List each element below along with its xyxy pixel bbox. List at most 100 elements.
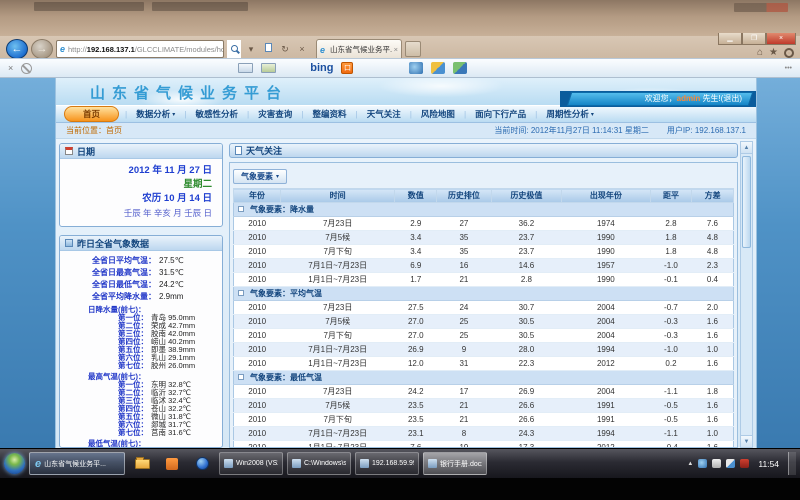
folder-icon: [135, 459, 150, 469]
office-app-icon: [166, 458, 178, 470]
cell: -1.0: [650, 343, 692, 357]
cell: 2010: [234, 399, 281, 413]
cell: 21: [437, 399, 492, 413]
tray-volume-icon[interactable]: [726, 459, 735, 468]
plugin-icon-3[interactable]: [453, 62, 467, 74]
weather-focus-title: 天气关注: [246, 144, 282, 157]
home-icon[interactable]: [757, 48, 763, 58]
cell: 21: [437, 273, 492, 287]
nav-item-0[interactable]: 首页: [64, 106, 119, 122]
stat-value: 2.9mm: [159, 291, 183, 303]
scrollbar-thumb[interactable]: [742, 156, 751, 248]
tray-action-center-icon[interactable]: [740, 459, 749, 468]
table-section-row[interactable]: 气象要素：平均气温: [234, 287, 734, 301]
nav-item-2[interactable]: 敏感性分析: [186, 108, 247, 120]
pinyin-toolbar-icon[interactable]: 口: [341, 62, 353, 74]
start-button[interactable]: [4, 453, 25, 474]
tray-icon-1[interactable]: [698, 459, 707, 468]
bing-logo[interactable]: bing: [310, 62, 333, 74]
plugin-icon-2[interactable]: [431, 62, 445, 74]
cell: 23.1: [395, 427, 437, 441]
postcard-icon[interactable]: [261, 63, 276, 73]
page-scrollbar[interactable]: [740, 141, 753, 448]
refresh-icon[interactable]: [278, 40, 292, 58]
cell: 0.2: [650, 357, 692, 371]
more-toolbar-icon[interactable]: [785, 65, 792, 72]
taskbar-ie-window[interactable]: e 山东省气候业务平...: [29, 452, 125, 475]
address-bar[interactable]: e http://192.168.137.1/GLCCLIMATE/module…: [56, 40, 224, 58]
cell: 1990: [562, 245, 651, 259]
cell: 1.6: [692, 399, 734, 413]
nav-item-4[interactable]: 整编资料: [303, 108, 355, 120]
nav-item-8[interactable]: 周期性分析: [537, 108, 603, 120]
nav-item-6[interactable]: 风险地图: [412, 108, 464, 120]
tab-close-icon[interactable]: [394, 45, 398, 54]
taskbar-button-3[interactable]: 银行手册.docx -...: [423, 452, 487, 475]
scrollbar-down-arrow[interactable]: [741, 435, 752, 447]
close-button[interactable]: [766, 33, 796, 45]
weather-focus-body: 气象要素 年份时间数值历史排位历史极值出现年份距平方差 气象要素：降水量 2010…: [229, 162, 738, 448]
taskbar-explorer-button[interactable]: [129, 452, 155, 475]
taskbar-media-button[interactable]: [189, 452, 215, 475]
gear-icon[interactable]: [784, 48, 794, 58]
maximize-button[interactable]: ❐: [742, 33, 766, 45]
url-prefix: http://: [68, 45, 87, 54]
cell: 17: [437, 385, 492, 399]
status-right: 当前时间: 2012年11月27日 11:14:31 星期二 用户IP: 192…: [494, 125, 746, 136]
cell: 1.6: [692, 441, 734, 449]
nav-item-5[interactable]: 天气关注: [358, 108, 410, 120]
column-header: 数值: [395, 189, 437, 203]
back-button[interactable]: [6, 39, 28, 59]
toolbar-close-icon[interactable]: [8, 63, 13, 73]
cell: 7月5候: [280, 315, 395, 329]
forward-button[interactable]: [31, 39, 53, 59]
cell: 1月1日~7月23日: [280, 273, 395, 287]
ie-icon: e: [35, 458, 41, 470]
taskbar-button-0[interactable]: Win2008 (VS2...: [219, 452, 283, 475]
tray-up-arrow[interactable]: [687, 461, 693, 467]
table-header-row: 年份时间数值历史排位历史极值出现年份距平方差: [234, 189, 734, 203]
tab-title: 山东省气候业务平...: [330, 44, 392, 55]
scrollbar-up-arrow[interactable]: [741, 142, 752, 154]
collapse-checkbox[interactable]: [238, 206, 244, 212]
cell: 2010: [234, 385, 281, 399]
collapse-checkbox[interactable]: [238, 290, 244, 296]
cell: 2012: [562, 357, 651, 371]
cell: 30.7: [491, 301, 561, 315]
compatibility-view-icon[interactable]: [261, 40, 275, 58]
cell: 2010: [234, 259, 281, 273]
element-filter-button[interactable]: 气象要素: [233, 169, 287, 184]
welcome-text[interactable]: 欢迎您，admin 先生!(退出): [645, 93, 742, 104]
table-section-row[interactable]: 气象要素：最低气温: [234, 371, 734, 385]
show-desktop-button[interactable]: [788, 452, 796, 475]
nav-item-3[interactable]: 灾害查询: [249, 108, 301, 120]
search-icon[interactable]: [227, 40, 241, 58]
collapse-checkbox[interactable]: [238, 374, 244, 380]
search-dropdown-icon[interactable]: [244, 40, 258, 58]
plugin-icon-1[interactable]: [409, 62, 423, 74]
favorites-star-icon[interactable]: [769, 48, 778, 58]
nav-item-1[interactable]: 数据分析: [127, 108, 184, 120]
taskbar-button-2[interactable]: 192.168.59.99...: [355, 452, 419, 475]
taskbar-office-button[interactable]: [159, 452, 185, 475]
mail-card-icon[interactable]: [238, 63, 253, 73]
window-icon: [428, 459, 437, 468]
rank-line: 第七位：莒南 31.6℃: [64, 429, 218, 437]
nav-list: 首页数据分析敏感性分析灾害查询整编资料天气关注风险地图面向下行产品周期性分析: [64, 106, 603, 122]
taskbar-clock[interactable]: 11:54: [758, 459, 779, 469]
nav-item-7[interactable]: 面向下行产品: [466, 108, 535, 120]
browser-tab[interactable]: e 山东省气候业务平...: [316, 39, 402, 59]
logout-link[interactable]: 先生!(退出): [702, 94, 742, 103]
yesterday-data-panel: 昨日全省气象数据 全省日平均气温：27.5℃全省日最高气温：31.5℃全省日最低…: [59, 235, 223, 448]
blocked-content-icon[interactable]: [21, 63, 32, 74]
cell: 7.6: [395, 441, 437, 449]
cell: 26.9: [395, 343, 437, 357]
cell: 2010: [234, 315, 281, 329]
minimize-button[interactable]: ▁: [718, 33, 742, 45]
taskbar-button-label: Win2008 (VS2...: [236, 460, 278, 467]
taskbar-button-1[interactable]: C:\Windows\sy...: [287, 452, 351, 475]
table-section-row[interactable]: 气象要素：降水量: [234, 203, 734, 217]
stop-icon[interactable]: [295, 40, 309, 58]
new-tab-button[interactable]: [405, 41, 421, 57]
tray-network-icon[interactable]: [712, 459, 721, 468]
